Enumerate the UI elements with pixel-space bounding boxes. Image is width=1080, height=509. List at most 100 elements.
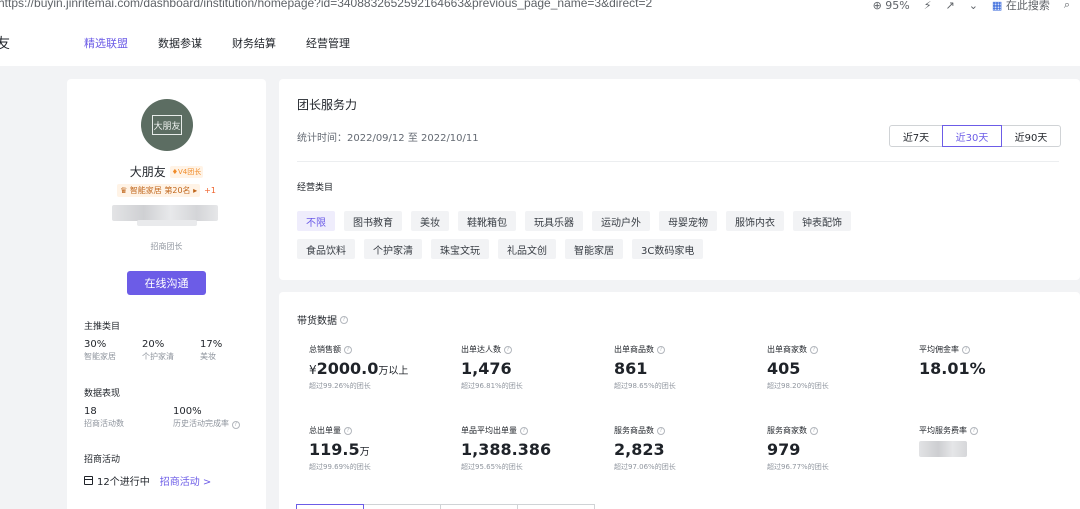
range-30-days-button[interactable]: 近30天 xyxy=(942,125,1002,147)
metric-value: 119.5万 xyxy=(309,440,459,459)
stat-label: 历史活动完成率 ? xyxy=(173,418,240,429)
stat-time-range: 统计时间：2022/09/12 至 2022/10/11 xyxy=(297,133,479,144)
metric-label-text: 总销售额 xyxy=(309,345,341,354)
category-chip[interactable]: 3C数码家电 xyxy=(632,239,704,259)
info-icon[interactable]: ? xyxy=(810,426,818,435)
info-icon[interactable]: ? xyxy=(344,426,352,435)
info-icon[interactable]: ? xyxy=(970,426,978,435)
metric-percentile: 超过96.77%的团长 xyxy=(767,463,829,471)
info-icon[interactable]: ? xyxy=(344,345,352,354)
metric-percentile: 超过95.65%的团长 xyxy=(461,463,523,471)
metric-number: 119.5 xyxy=(309,440,360,459)
category-chip[interactable]: 珠宝文玩 xyxy=(431,239,489,259)
category-chip[interactable]: 玩具乐器 xyxy=(525,211,583,231)
bottom-tabs xyxy=(296,504,595,509)
range-90-days-button[interactable]: 近90天 xyxy=(1001,125,1061,147)
category-chip[interactable]: 食品饮料 xyxy=(297,239,355,259)
category-chip[interactable]: 钟表配饰 xyxy=(793,211,851,231)
metric-label: 总出单量? xyxy=(309,425,459,436)
category-chip[interactable]: 图书教育 xyxy=(344,211,402,231)
metric-label-text: 总出单量 xyxy=(309,426,341,435)
info-icon[interactable]: ? xyxy=(504,345,512,354)
stat-value: 17% xyxy=(200,339,223,350)
performance-title: 数据表现 xyxy=(84,389,121,399)
stat-value: 30% xyxy=(84,339,107,350)
metric-total-orders: 总出单量? 119.5万 超过99.69%的团长 xyxy=(309,425,459,472)
tab[interactable] xyxy=(296,504,364,509)
url-text[interactable]: https://buyin.jinritemai.com/dashboard/i… xyxy=(0,0,652,10)
chevron-right-icon: > xyxy=(202,477,212,488)
tab[interactable] xyxy=(517,504,595,509)
tab[interactable] xyxy=(440,504,518,509)
info-icon[interactable]: ? xyxy=(340,315,348,324)
category-title: 经营类目 xyxy=(297,183,334,193)
nav-item-data-advisor[interactable]: 数据参谋 xyxy=(158,35,202,51)
stat-label: 个护家清 xyxy=(142,352,174,361)
search-icon[interactable]: ⌕ xyxy=(1064,0,1070,12)
metric-percentile: 超过96.81%的团长 xyxy=(461,382,523,390)
calendar-icon xyxy=(84,476,93,485)
search-engine[interactable]: ▦ 在此搜索 xyxy=(992,0,1050,13)
service-title: 团长服务力 xyxy=(297,98,358,112)
info-icon[interactable]: ? xyxy=(810,345,818,354)
metric-value: ¥2000.0万以上 xyxy=(309,359,459,378)
category-chip[interactable]: 不限 xyxy=(297,211,335,231)
nav-item-selected-alliance[interactable]: 精选联盟 xyxy=(84,35,128,51)
rank-text: 智能家居 第20名 xyxy=(129,186,191,195)
metric-product-count: 出单商品数? 861 超过98.65%的团长 xyxy=(614,344,764,391)
avatar: 大朋友 xyxy=(141,99,193,151)
browser-address-bar: https://buyin.jinritemai.com/dashboard/i… xyxy=(0,0,1080,14)
rank-line: ♛ 智能家居 第20名 ▸ +1 xyxy=(67,184,266,197)
category-chip[interactable]: 运动户外 xyxy=(592,211,650,231)
divider xyxy=(297,161,1059,162)
category-chip[interactable]: 母婴宠物 xyxy=(659,211,717,231)
metric-label-text: 出单商家数 xyxy=(767,345,807,354)
metric-label: 出单达人数? xyxy=(461,344,611,355)
metric-label: 出单商家数? xyxy=(767,344,917,355)
sales-data-panel: 带货数据 ? 总销售额? ¥2000.0万以上 超过99.26%的团长 出单达人… xyxy=(279,292,1080,509)
rank-badge[interactable]: ♛ 智能家居 第20名 ▸ xyxy=(117,184,201,197)
info-icon[interactable]: ? xyxy=(231,421,240,429)
metric-avg-service-fee: 平均服务费率? xyxy=(919,425,1069,457)
category-chip[interactable]: 智能家居 xyxy=(565,239,623,259)
caret-right-icon: ▸ xyxy=(193,186,198,195)
stat-value: 18 xyxy=(84,406,97,417)
category-chip[interactable]: 鞋靴箱包 xyxy=(458,211,516,231)
metric-value: 861 xyxy=(614,359,648,378)
info-icon[interactable]: ? xyxy=(657,345,665,354)
nav-item-operations[interactable]: 经营管理 xyxy=(306,35,350,51)
chevron-down-icon[interactable]: ⌄ xyxy=(969,0,978,12)
tab[interactable] xyxy=(363,504,441,509)
info-icon[interactable]: ? xyxy=(962,345,970,354)
category-chip[interactable]: 个护家清 xyxy=(364,239,422,259)
zoom-icon: ⊕ xyxy=(872,0,882,12)
lightning-icon[interactable]: ⚡ xyxy=(924,0,932,12)
category-chip[interactable]: 美妆 xyxy=(411,211,449,231)
activity-link-text: 招商活动 xyxy=(159,477,200,488)
info-icon[interactable]: ? xyxy=(520,426,528,435)
profile-name-line: 大朋友 ♦V4团长 xyxy=(67,163,266,180)
metric-label: 平均佣金率? xyxy=(919,344,1069,355)
share-icon[interactable]: ↗ xyxy=(945,0,954,12)
main-category-stat: 20% 个护家清 xyxy=(142,339,174,362)
stat-label: 招商活动数 xyxy=(84,419,124,428)
level-badge: ♦V4团长 xyxy=(169,165,204,178)
metric-percentile: 超过97.06%的团长 xyxy=(614,463,676,471)
contact-online-button[interactable]: 在线沟通 xyxy=(127,271,206,295)
category-chip[interactable]: 礼品文创 xyxy=(498,239,556,259)
zoom-indicator[interactable]: ⊕ 95% xyxy=(873,0,910,12)
metric-label: 平均服务费率? xyxy=(919,425,1069,436)
info-icon[interactable]: ? xyxy=(657,426,665,435)
category-chip[interactable]: 服饰内衣 xyxy=(726,211,784,231)
profile-role: 招商团长 xyxy=(150,242,183,251)
nav-item-finance[interactable]: 财务结算 xyxy=(232,35,276,51)
metric-value: 1,476 xyxy=(461,359,512,378)
stat-label: 智能家居 xyxy=(84,352,116,361)
metric-percentile: 超过98.20%的团长 xyxy=(767,382,829,390)
sales-title: 带货数据 ? xyxy=(297,312,348,327)
metric-percentile: 超过98.65%的团长 xyxy=(614,382,676,390)
activity-link[interactable]: 招商活动 > xyxy=(160,473,212,488)
stat-value: 100% xyxy=(173,406,202,417)
range-7-days-button[interactable]: 近7天 xyxy=(889,125,943,147)
zoom-level: 95% xyxy=(885,0,910,12)
